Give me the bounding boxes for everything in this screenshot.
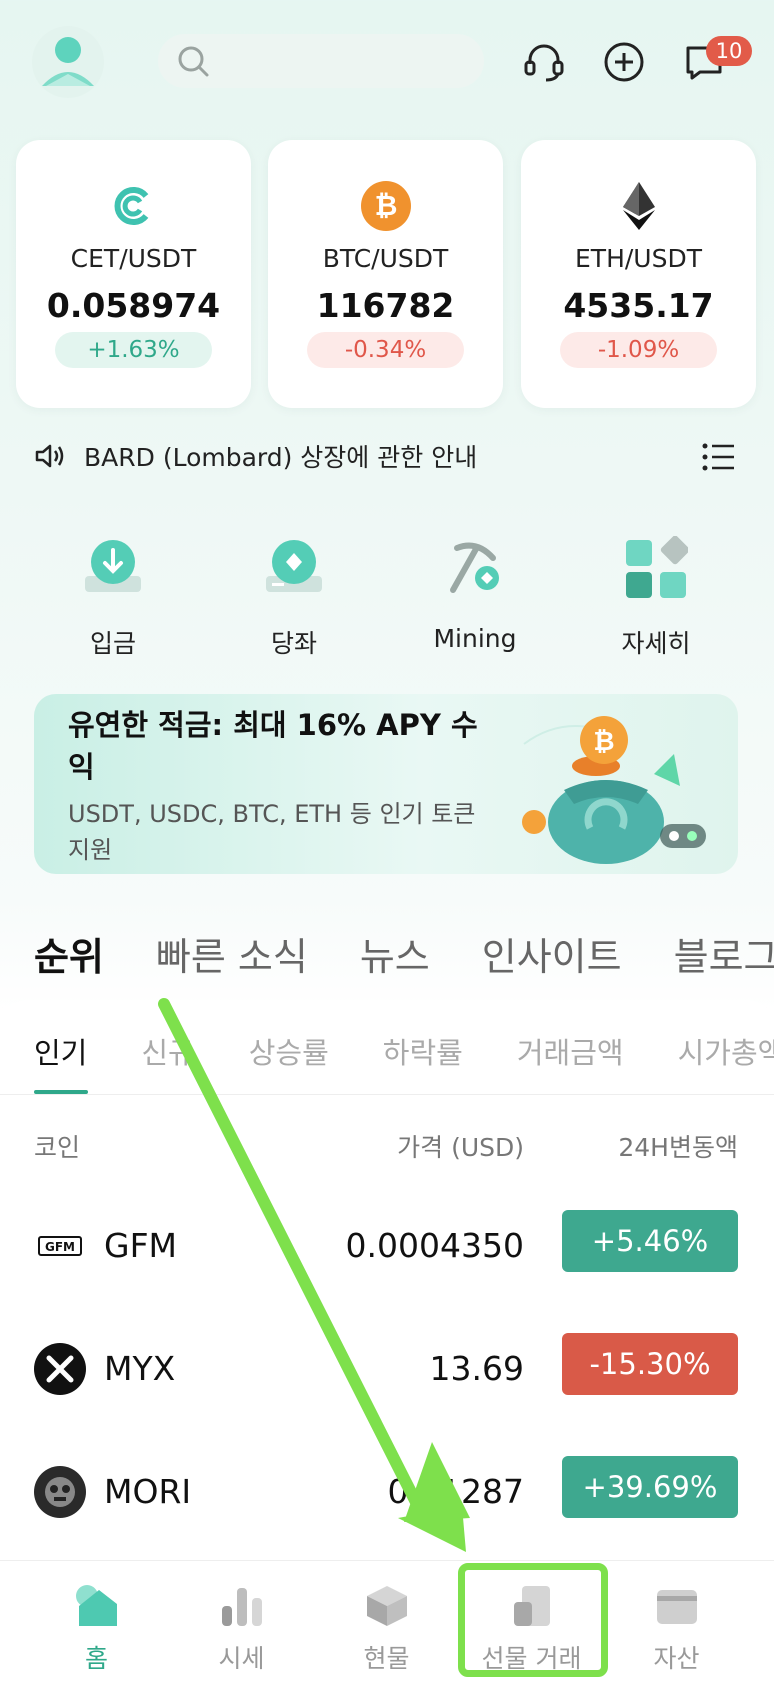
nav-label: 자산 [653, 1644, 700, 1673]
column-header-price: 가격 (USD) [397, 1133, 524, 1162]
announcement-bar[interactable]: BARD (Lombard) 상장에 관한 안내 [34, 436, 740, 476]
ticker-change: -1.09% [560, 332, 717, 368]
cube-icon [361, 1581, 413, 1631]
subtab-popular[interactable]: 인기 [34, 1030, 87, 1072]
deposit-icon [75, 530, 151, 606]
announcement-text: BARD (Lombard) 상장에 관한 안내 [84, 443, 478, 472]
nav-label: 현물 [363, 1644, 410, 1673]
quick-action-mining[interactable]: Mining [400, 530, 550, 653]
ranking-sub-tabs: 인기 신규 상승률 하락률 거래금액 시가총액 [34, 1030, 774, 1072]
tab-ranking[interactable]: 순위 [34, 926, 104, 986]
quick-action-more[interactable]: 자세히 [581, 530, 731, 660]
coin-price: 0.01287 [387, 1472, 524, 1511]
nav-home[interactable]: 홈 [24, 1561, 169, 1682]
cet-icon [108, 180, 160, 232]
ticker-price: 0.058974 [46, 286, 221, 325]
checking-icon [256, 530, 332, 606]
coin-name: GFM [104, 1226, 178, 1265]
coin-change: +39.69% [562, 1456, 738, 1518]
support-button[interactable] [520, 38, 568, 86]
nav-futures[interactable]: 선물 거래 [459, 1561, 604, 1682]
ticker-price: 116782 [316, 286, 455, 325]
subtab-market-cap[interactable]: 시가총액 [678, 1030, 774, 1072]
section-tabs: 순위 빠른 소식 뉴스 인사이트 블로그 [34, 926, 774, 986]
column-header-change: 24H변동액 [618, 1133, 738, 1162]
coin-change: +5.46% [562, 1210, 738, 1272]
pickaxe-icon [437, 530, 513, 606]
tab-blog[interactable]: 블로그 [674, 926, 774, 986]
quick-action-checking[interactable]: 당좌 [219, 530, 369, 660]
message-badge: 10 [706, 36, 752, 66]
subtab-gainers[interactable]: 상승률 [249, 1030, 329, 1072]
gfm-icon: GFM [34, 1220, 86, 1272]
subtab-volume[interactable]: 거래금액 [517, 1030, 624, 1072]
ticker-pair: BTC/USDT [322, 244, 449, 273]
quick-action-label: 자세히 [621, 629, 691, 658]
subtab-new[interactable]: 신규 [141, 1030, 194, 1072]
ticker-pair: CET/USDT [70, 244, 197, 273]
nav-markets[interactable]: 시세 [169, 1561, 314, 1682]
home-icon [71, 1581, 123, 1631]
search-bar[interactable] [158, 34, 484, 88]
ticker-pair: ETH/USDT [575, 244, 702, 273]
table-row[interactable]: MYX 13.69 -15.30% [0, 1313, 774, 1423]
quick-action-label: 당좌 [270, 629, 317, 658]
nav-label: 시세 [218, 1644, 265, 1673]
bar-chart-icon [216, 1581, 268, 1631]
eth-icon [613, 180, 665, 232]
tab-news[interactable]: 뉴스 [360, 926, 430, 986]
coin-name: MORI [104, 1472, 192, 1511]
svg-text:₿: ₿ [375, 189, 398, 222]
btc-icon: ₿ [360, 180, 412, 232]
quick-action-label: Mining [433, 624, 517, 653]
coin-bag-icon: ₿ [522, 716, 706, 864]
mori-icon [34, 1466, 86, 1518]
search-icon [178, 46, 209, 77]
ticker-card-cet[interactable]: CET/USDT 0.058974 +1.63% [16, 140, 251, 408]
add-button[interactable] [600, 38, 648, 86]
column-header-coin: 코인 [34, 1133, 81, 1162]
ticker-card-eth[interactable]: ETH/USDT 4535.17 -1.09% [521, 140, 756, 408]
speaker-icon [35, 444, 64, 468]
ticker-change: +1.63% [55, 332, 212, 368]
table-row[interactable]: GFM GFM 0.0004350 +5.46% [0, 1190, 774, 1300]
nav-assets[interactable]: 자산 [604, 1561, 749, 1682]
wallet-icon [651, 1581, 703, 1631]
quick-action-deposit[interactable]: 입금 [38, 530, 188, 660]
headset-icon [524, 44, 564, 82]
bottom-nav: 홈 시세 현물 선물 거래 자산 [0, 1560, 774, 1682]
tab-insight[interactable]: 인사이트 [482, 926, 622, 986]
nav-label: 선물 거래 [481, 1644, 582, 1673]
ticker-card-btc[interactable]: ₿ BTC/USDT 116782 -0.34% [268, 140, 503, 408]
banner-subtitle: USDT, USDC, BTC, ETH 등 인기 토큰 지원 [68, 800, 476, 864]
grid-icon [618, 530, 694, 606]
ticker-change: -0.34% [307, 332, 464, 368]
nav-label: 홈 [84, 1644, 108, 1673]
banner-title: 유연한 적금: 최대 16% APY 수익 [68, 708, 478, 784]
coin-name: MYX [104, 1349, 176, 1388]
coin-price: 13.69 [429, 1349, 524, 1388]
add-circle-icon [604, 42, 644, 82]
avatar[interactable] [32, 26, 104, 98]
promo-banner[interactable]: 유연한 적금: 최대 16% APY 수익 USDT, USDC, BTC, E… [34, 694, 738, 874]
svg-text:GFM: GFM [45, 1240, 75, 1254]
ticker-price: 4535.17 [563, 286, 714, 325]
svg-text:₿: ₿ [593, 727, 614, 757]
subtab-losers[interactable]: 하락률 [383, 1030, 463, 1072]
coin-change: -15.30% [562, 1333, 738, 1395]
coin-price: 0.0004350 [345, 1226, 524, 1265]
avatar-icon [42, 37, 94, 86]
myx-icon [34, 1343, 86, 1395]
tab-flash-news[interactable]: 빠른 소식 [156, 926, 308, 986]
nav-spot[interactable]: 현물 [314, 1561, 459, 1682]
quick-action-label: 입금 [89, 629, 136, 658]
announcement-list-button[interactable] [702, 442, 736, 476]
list-icon [702, 443, 734, 471]
table-row[interactable]: MORI 0.01287 +39.69% [0, 1436, 774, 1546]
futures-icon [506, 1581, 558, 1631]
divider [0, 1094, 774, 1095]
